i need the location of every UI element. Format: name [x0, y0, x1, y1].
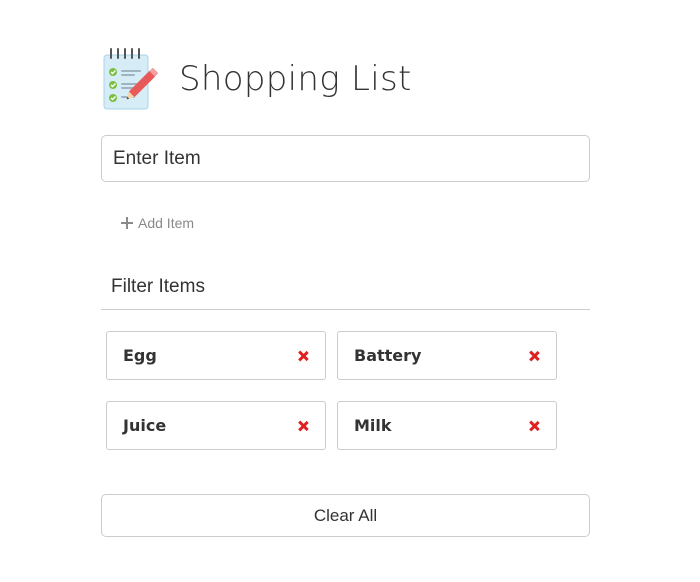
remove-item-button[interactable] — [295, 348, 311, 364]
add-item-label: Add Item — [138, 215, 195, 231]
item-name: Battery — [354, 346, 422, 365]
list-item: Egg — [106, 331, 326, 380]
add-item-button[interactable]: Add Item — [121, 210, 194, 236]
list-item: Battery — [337, 331, 557, 380]
list-item: Milk — [337, 401, 557, 450]
page-title: Shopping List — [179, 59, 412, 99]
list-item: Juice — [106, 401, 326, 450]
remove-item-button[interactable] — [295, 418, 311, 434]
remove-item-button[interactable] — [526, 418, 542, 434]
item-name: Juice — [123, 416, 167, 435]
app-header: Shopping List — [101, 46, 412, 112]
clear-all-button[interactable]: Clear All — [101, 494, 590, 537]
item-name: Egg — [123, 346, 157, 365]
item-input[interactable] — [101, 135, 590, 182]
filter-input[interactable] — [101, 264, 590, 310]
plus-icon — [121, 217, 133, 229]
item-list: Egg Battery Juice Milk — [106, 331, 566, 450]
notepad-checklist-icon — [103, 48, 159, 110]
remove-item-button[interactable] — [526, 348, 542, 364]
item-name: Milk — [354, 416, 392, 435]
